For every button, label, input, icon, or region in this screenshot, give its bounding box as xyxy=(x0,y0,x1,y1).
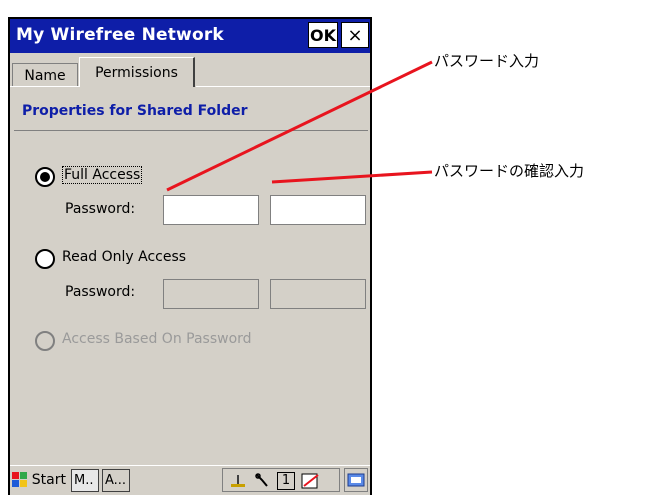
taskbar-item-a[interactable]: A... xyxy=(102,469,130,492)
tab-permissions[interactable]: Permissions xyxy=(79,57,195,87)
read-only-password-field[interactable] xyxy=(163,279,259,309)
network-icon[interactable] xyxy=(229,472,247,490)
pda-device-frame: My Wirefree Network OK × Name Permission… xyxy=(8,17,372,495)
annotation-password-confirm: パスワードの確認入力 xyxy=(434,162,585,180)
full-access-label-text: Full Access xyxy=(62,166,143,184)
section-heading: Properties for Shared Folder xyxy=(22,103,248,119)
system-tray: 1 xyxy=(222,468,340,492)
annotation-password-input: パスワード入力 xyxy=(434,52,540,70)
full-access-password-input[interactable] xyxy=(164,196,258,224)
close-button[interactable]: × xyxy=(341,22,369,48)
full-access-radio[interactable] xyxy=(35,167,55,187)
full-access-password-field[interactable] xyxy=(163,195,259,225)
full-access-confirm-field[interactable] xyxy=(270,195,366,225)
tray-number-badge[interactable]: 1 xyxy=(277,472,295,490)
read-only-confirm-input[interactable] xyxy=(271,280,365,308)
section-divider xyxy=(14,130,368,131)
full-access-password-label: Password: xyxy=(65,201,136,217)
windows-flag-icon xyxy=(12,472,28,488)
title-bar: My Wirefree Network OK × xyxy=(10,19,370,53)
ok-button[interactable]: OK xyxy=(308,22,338,48)
start-label: Start xyxy=(31,472,66,488)
close-icon: × xyxy=(347,24,363,46)
keyboard-button[interactable] xyxy=(344,468,368,492)
window-title: My Wirefree Network xyxy=(16,25,224,45)
read-only-password-input[interactable] xyxy=(164,280,258,308)
tab-name[interactable]: Name xyxy=(12,63,78,87)
start-button[interactable]: Start xyxy=(12,468,66,492)
full-access-confirm-input[interactable] xyxy=(271,196,365,224)
taskbar-item-m[interactable]: M.. xyxy=(71,469,99,492)
taskbar: Start M.. A... 1 xyxy=(10,465,370,495)
read-only-label[interactable]: Read Only Access xyxy=(62,249,186,265)
tools-icon[interactable] xyxy=(253,472,271,490)
read-only-confirm-field[interactable] xyxy=(270,279,366,309)
pen-input-icon[interactable] xyxy=(301,472,319,490)
tab-divider-left xyxy=(10,86,79,87)
password-based-label[interactable]: Access Based On Password xyxy=(62,331,252,347)
full-access-label[interactable]: Full Access xyxy=(62,166,143,184)
read-only-radio[interactable] xyxy=(35,249,55,269)
tab-divider-right xyxy=(196,86,370,87)
keyboard-icon xyxy=(347,473,365,487)
read-only-password-label: Password: xyxy=(65,284,136,300)
dialog-content: Name Permissions Properties for Shared F… xyxy=(10,53,370,465)
password-based-radio[interactable] xyxy=(35,331,55,351)
